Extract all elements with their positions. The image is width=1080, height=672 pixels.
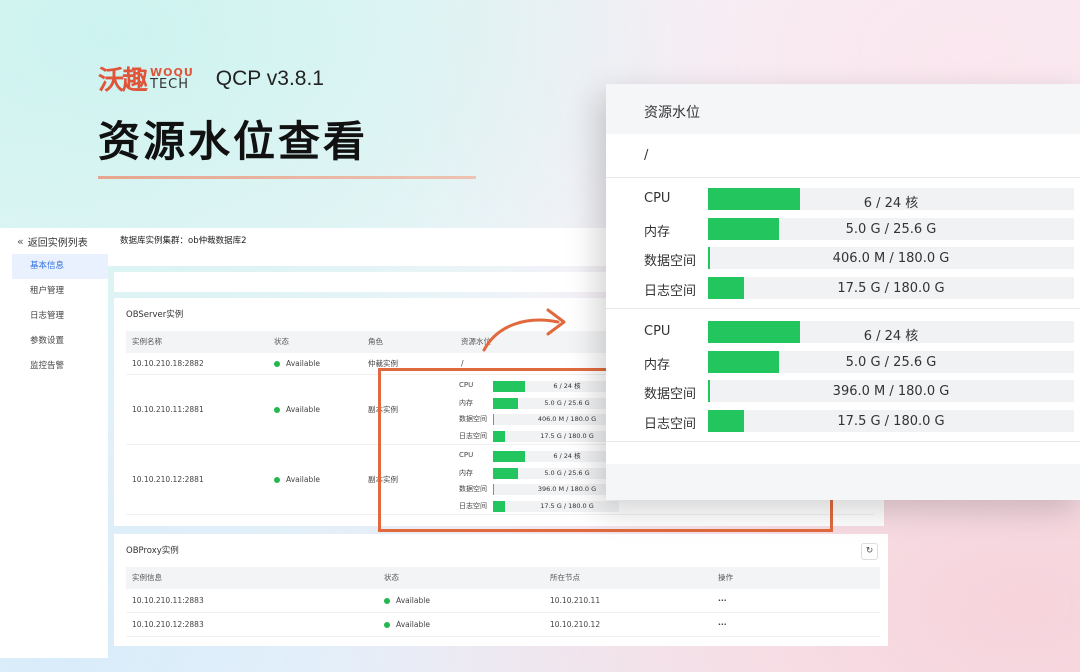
resource-label: CPU xyxy=(644,191,671,206)
cluster-title: 数据库实例集群：ob仲裁数据库2 xyxy=(120,236,247,246)
zoom-resource-block: CPU 6 / 24 核内存 5.0 G / 25.6 G 数据空间 406.0 M /… xyxy=(644,184,1074,303)
back-link-label: 返回实例列表 xyxy=(27,238,88,249)
sidebar: « 返回实例列表 基本信息 租户管理 日志管理 参数设置 监控告警 xyxy=(0,228,108,658)
resource-value: 5.0 G / 25.6 G xyxy=(845,221,937,237)
resource-row: 日志空间 17.5 G / 180.0 G xyxy=(644,406,1074,436)
resource-value: 5.0 G / 25.6 G xyxy=(845,354,937,370)
resource-value: 17.5 G / 180.0 G xyxy=(837,414,945,430)
obproxy-card: OBProxy实例 ↻ 实例信息 状态 所在节点 操作 10.10.210.11… xyxy=(114,534,888,646)
resource-row: 数据空间 396.0 M / 180.0 G xyxy=(644,376,1074,406)
refresh-icon: ↻ xyxy=(865,546,874,556)
status-dot-icon xyxy=(274,361,280,367)
node-cell: 10.10.210.11 xyxy=(550,596,601,605)
zoom-panel-title: 资源水位 xyxy=(644,105,700,121)
arrow-icon xyxy=(482,308,566,352)
status-dot-icon xyxy=(274,477,280,483)
refresh-button[interactable]: ↻ xyxy=(861,543,878,560)
resource-label: 日志空间 xyxy=(644,284,697,300)
resource-label: 日志空间 xyxy=(644,417,697,433)
zoom-slash: / xyxy=(644,148,649,163)
hero-divider xyxy=(98,176,476,179)
version-label: QCP v3.8.1 xyxy=(215,66,324,90)
divider xyxy=(606,441,1080,442)
brand-name-en: WOQU TECH xyxy=(150,66,194,92)
resource-value: 17.5 G / 180.0 G xyxy=(837,281,945,297)
status-dot-icon xyxy=(384,598,390,604)
divider xyxy=(606,177,1080,178)
col-header-role: 角色 xyxy=(368,337,383,346)
resource-row: 内存 5.0 G / 25.6 G xyxy=(644,347,1074,377)
brand-en-bottom: TECH xyxy=(150,76,190,92)
hero-title: 资源水位查看 xyxy=(98,117,369,166)
status-dot-icon xyxy=(274,407,280,413)
obproxy-card-title: OBProxy实例 xyxy=(126,546,179,556)
resource-row: 内存 5.0 G / 25.6 G xyxy=(644,214,1074,244)
divider xyxy=(606,308,1080,309)
resource-value: 6 / 24 核 xyxy=(863,329,919,344)
resource-label: 内存 xyxy=(644,357,671,373)
status-cell: Available xyxy=(274,445,320,515)
sidebar-item-tenant-mgmt[interactable]: 租户管理 xyxy=(12,279,108,304)
resource-label: 内存 xyxy=(644,224,671,240)
sidebar-nav: 基本信息 租户管理 日志管理 参数设置 监控告警 xyxy=(12,254,108,379)
resource-value: 406.0 M / 180.0 G xyxy=(832,251,950,267)
instance-name: 10.10.210.12:2881 xyxy=(132,475,204,484)
status-dot-icon xyxy=(384,622,390,628)
observer-card-title: OBServer实例 xyxy=(126,310,184,320)
resource-row: 数据空间 406.0 M / 180.0 G xyxy=(644,243,1074,273)
col-header-status: 状态 xyxy=(384,573,399,582)
double-chevron-left-icon: « xyxy=(17,235,24,248)
sidebar-item-log-mgmt[interactable]: 日志管理 xyxy=(12,304,108,329)
col-header-status: 状态 xyxy=(274,337,289,346)
sidebar-item-params[interactable]: 参数设置 xyxy=(12,329,108,354)
brand-logo: 沃趣 WOQU TECH QCP v3.8.1 xyxy=(98,60,324,97)
proxy-name: 10.10.210.12:2883 xyxy=(132,620,204,629)
resource-value: 6 / 24 核 xyxy=(863,196,919,211)
resource-zoom-panel: 资源水位 / CPU 6 / 24 核内存 5.0 G / 25.6 G 数据空间 40… xyxy=(606,84,1080,500)
instance-name: 10.10.210.18:2882 xyxy=(132,359,204,368)
node-cell: 10.10.210.12 xyxy=(550,620,601,629)
resource-value: 396.0 M / 180.0 G xyxy=(832,384,950,400)
table-row: 10.10.210.11:2883 Available 10.10.210.11… xyxy=(126,589,880,613)
resource-row: 日志空间 17.5 G / 180.0 G xyxy=(644,273,1074,303)
status-cell: Available xyxy=(384,613,430,637)
col-header-name: 实例名称 xyxy=(132,337,162,346)
resource-row: CPU 6 / 24 核 xyxy=(644,184,1074,214)
resource-row: CPU 6 / 24 核 xyxy=(644,317,1074,347)
status-cell: Available xyxy=(274,375,320,445)
sidebar-item-monitoring[interactable]: 监控告警 xyxy=(12,354,108,379)
resource-label: 数据空间 xyxy=(644,254,697,270)
zoom-panel-header: 资源水位 xyxy=(606,84,1080,134)
proxy-name: 10.10.210.11:2883 xyxy=(132,596,204,605)
status-cell: Available xyxy=(384,589,430,613)
col-header-ops: 操作 xyxy=(718,573,733,582)
sidebar-item-basic-info[interactable]: 基本信息 xyxy=(12,254,108,279)
resource-label: CPU xyxy=(644,324,671,339)
obproxy-table-header: 实例信息 状态 所在节点 操作 xyxy=(126,567,880,589)
zoom-resource-block: CPU 6 / 24 核内存 5.0 G / 25.6 G 数据空间 396.0 M /… xyxy=(644,317,1074,436)
brand-name-cn: 沃趣 xyxy=(98,66,148,96)
instance-name: 10.10.210.11:2881 xyxy=(132,405,204,414)
resource-label: 数据空间 xyxy=(644,387,697,403)
status-cell: Available xyxy=(274,353,320,375)
col-header-node: 所在节点 xyxy=(550,573,580,582)
zoom-panel-footer xyxy=(606,464,1080,500)
col-header-info: 实例信息 xyxy=(132,573,162,582)
more-actions-button[interactable]: ··· xyxy=(718,589,727,613)
more-actions-button[interactable]: ··· xyxy=(718,613,727,637)
table-row: 10.10.210.12:2883 Available 10.10.210.12… xyxy=(126,613,880,637)
back-to-list-link[interactable]: « 返回实例列表 xyxy=(17,234,88,249)
